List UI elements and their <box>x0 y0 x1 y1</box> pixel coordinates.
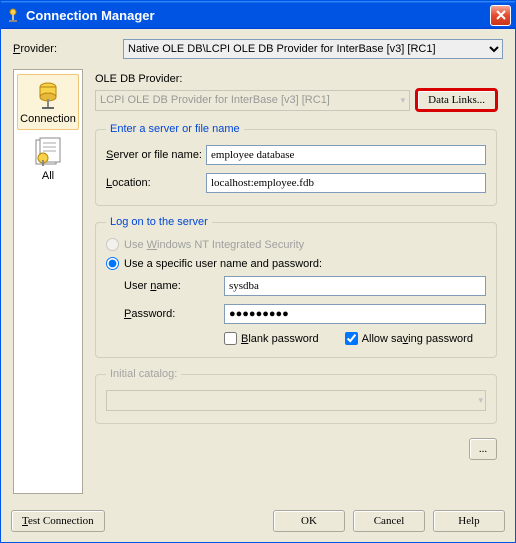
allow-save-checkbox[interactable] <box>345 332 358 345</box>
initial-catalog-fieldset: Initial catalog: ▾ <box>95 368 497 424</box>
server-file-label: Server or file name: <box>106 149 206 161</box>
cancel-button[interactable]: Cancel <box>353 510 425 532</box>
initial-catalog-legend: Initial catalog: <box>106 368 181 380</box>
ole-provider-label: OLE DB Provider: <box>95 73 497 85</box>
username-label: User name: <box>124 280 224 292</box>
connection-icon <box>32 79 64 111</box>
connection-manager-window: Connection Manager Provider: Native OLE … <box>0 0 516 543</box>
sidebar-item-label: Connection <box>20 113 76 125</box>
close-button[interactable] <box>490 5 511 26</box>
all-icon <box>32 136 64 168</box>
sidebar-item-all[interactable]: All <box>17 132 79 186</box>
test-connection-button[interactable]: Test Connection <box>11 510 105 532</box>
more-button[interactable]: ... <box>469 438 497 460</box>
app-icon <box>5 7 21 23</box>
logon-legend: Log on to the server <box>106 216 212 228</box>
specific-auth-label: Use a specific user name and password: <box>124 258 322 270</box>
footer: Test Connection OK Cancel Help <box>1 502 515 542</box>
logon-fieldset: Log on to the server Use Windows NT Inte… <box>95 216 497 358</box>
server-fieldset: Enter a server or file name Server or fi… <box>95 123 497 206</box>
help-button[interactable]: Help <box>433 510 505 532</box>
blank-password-checkbox[interactable] <box>224 332 237 345</box>
nt-auth-label: Use Windows NT Integrated Security <box>124 239 304 251</box>
blank-password-check[interactable]: Blank password <box>224 332 319 345</box>
sidebar-item-connection[interactable]: Connection <box>17 74 79 130</box>
provider-label: Provider: <box>13 43 123 55</box>
allow-save-check[interactable]: Allow saving password <box>345 332 473 345</box>
location-input[interactable] <box>206 173 486 193</box>
specific-auth-radio[interactable] <box>106 257 119 270</box>
server-file-input[interactable] <box>206 145 486 165</box>
sidebar-item-label: All <box>42 170 54 182</box>
nt-auth-radio-row: Use Windows NT Integrated Security <box>106 238 486 251</box>
chevron-down-icon: ▾ <box>401 95 406 106</box>
ole-provider-value: LCPI OLE DB Provider for InterBase [v3] … <box>100 94 330 106</box>
content-area: Provider: Native OLE DB\LCPI OLE DB Prov… <box>1 29 515 502</box>
nt-auth-radio <box>106 238 119 251</box>
provider-select[interactable]: Native OLE DB\LCPI OLE DB Provider for I… <box>123 39 503 59</box>
initial-catalog-combo: ▾ <box>106 390 486 411</box>
username-input[interactable] <box>224 276 486 296</box>
ok-button[interactable]: OK <box>273 510 345 532</box>
ole-provider-combo: LCPI OLE DB Provider for InterBase [v3] … <box>95 90 410 111</box>
specific-auth-radio-row[interactable]: Use a specific user name and password: <box>106 257 486 270</box>
location-label: Location: <box>106 177 206 189</box>
main-area: Connection All OLE DB Provider: LCPI OLE… <box>13 69 503 494</box>
right-pane: OLE DB Provider: LCPI OLE DB Provider fo… <box>91 69 503 494</box>
provider-row: Provider: Native OLE DB\LCPI OLE DB Prov… <box>13 39 503 59</box>
server-legend: Enter a server or file name <box>106 123 244 135</box>
sidebar: Connection All <box>13 69 83 494</box>
password-label: Password: <box>124 308 224 320</box>
data-links-button[interactable]: Data Links... <box>416 89 497 111</box>
password-input[interactable] <box>224 304 486 324</box>
window-title: Connection Manager <box>26 8 490 23</box>
chevron-down-icon: ▾ <box>478 395 483 406</box>
titlebar: Connection Manager <box>1 1 515 29</box>
